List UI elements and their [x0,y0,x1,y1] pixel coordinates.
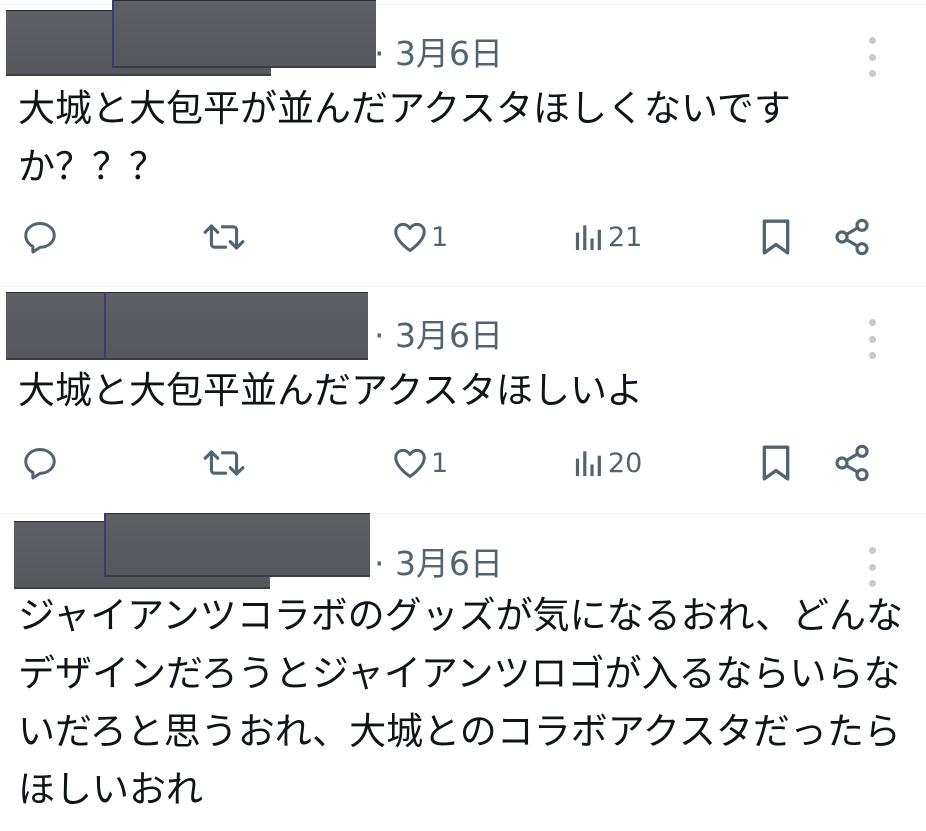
bookmark-icon [762,445,790,481]
heart-icon [394,222,426,252]
like-count: 1 [431,447,449,479]
tweet-date: · 3月6日 [374,544,503,583]
bookmark-button[interactable] [759,438,793,488]
views-button[interactable]: 21 [572,212,642,262]
tweet[interactable]: · 3月6日 大城と大包平が並んだアクスタほしくないですか？？？ 1 21 [0,0,926,284]
more-icon[interactable] [862,37,882,77]
tweet-date: · 3月6日 [374,34,503,73]
heart-icon [394,448,426,478]
view-count: 20 [608,447,643,479]
tweet-text: 大城と大包平が並んだアクスタほしくないですか？？？ [18,87,791,188]
tweet[interactable]: · 3月6日 大城と大包平並んだアクスタほしいよ 1 20 [0,286,926,512]
views-button[interactable]: 20 [572,438,642,488]
share-button[interactable] [832,212,872,262]
redacted-username [112,0,376,68]
bookmark-icon [762,219,790,255]
share-button[interactable] [832,438,872,488]
tweet-date: · 3月6日 [374,316,503,355]
like-count: 1 [431,221,449,253]
reply-icon [24,222,56,254]
analytics-icon [575,225,601,251]
retweet-icon [203,450,245,476]
reply-button[interactable] [21,438,59,488]
more-icon[interactable] [862,319,882,359]
more-icon[interactable] [862,547,882,587]
like-button[interactable]: 1 [391,438,448,488]
tweet-actions: 1 21 [0,212,926,262]
tweet-text: 大城と大包平並んだアクスタほしいよ [18,369,644,412]
retweet-icon [203,224,245,250]
like-button[interactable]: 1 [391,212,448,262]
share-icon [835,444,869,482]
reply-icon [24,448,56,480]
redacted-username [104,513,370,577]
tweet[interactable]: · 3月6日 ジャイアンツコラボのグッズが気になるおれ、どんなデザインだろうとジ… [0,513,926,831]
redacted-username [104,292,368,360]
bookmark-button[interactable] [759,212,793,262]
retweet-button[interactable] [202,438,246,488]
view-count: 21 [608,221,643,253]
tweet-actions: 1 20 [0,438,926,488]
analytics-icon [575,451,601,477]
reply-button[interactable] [21,212,59,262]
tweet-text: ジャイアンツコラボのグッズが気になるおれ、どんなデザインだろうとジャイアンツロゴ… [18,594,904,811]
retweet-button[interactable] [202,212,246,262]
share-icon [835,218,869,256]
